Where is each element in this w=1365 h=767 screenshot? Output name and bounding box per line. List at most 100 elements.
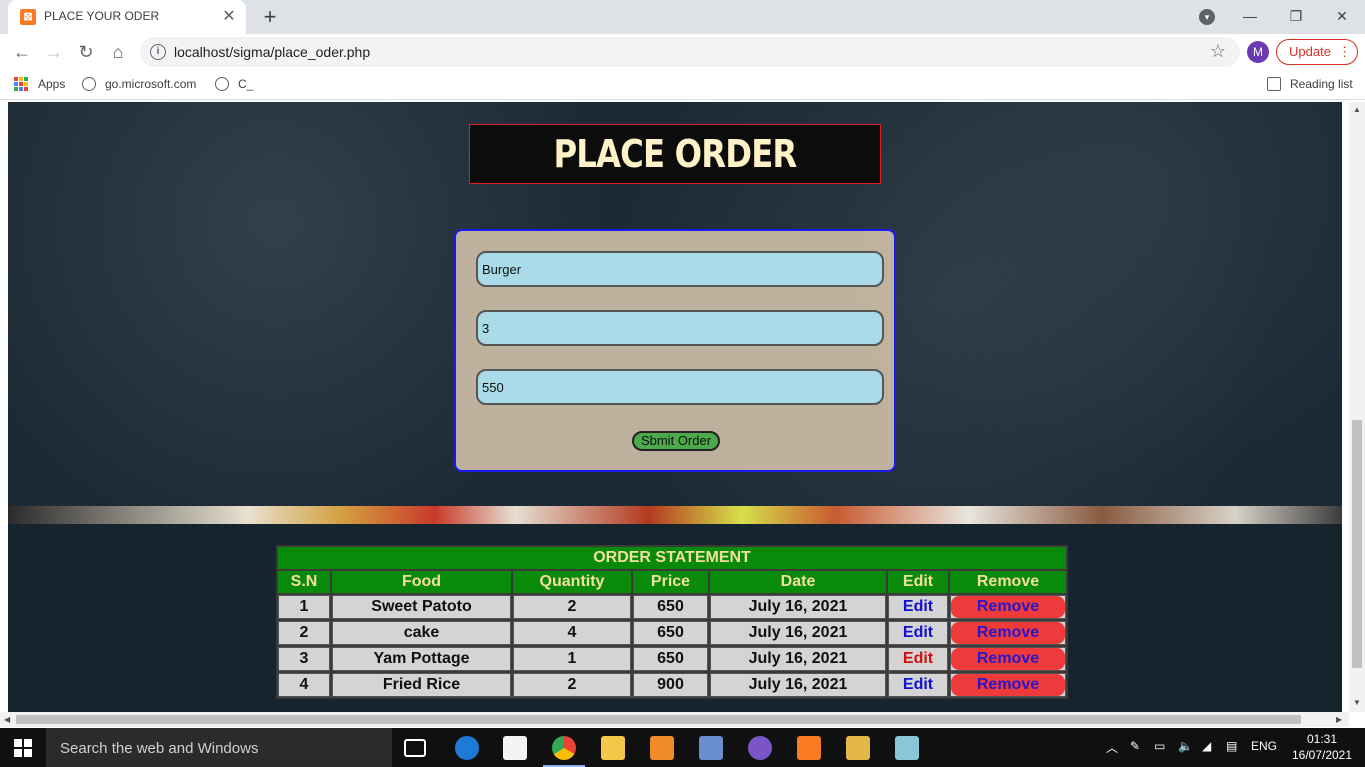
edit-link[interactable]: Edit — [903, 650, 933, 667]
browser-tab[interactable]: ⊠ PLACE YOUR ODER ✕ — [8, 0, 246, 34]
remove-link[interactable]: Remove — [951, 622, 1065, 644]
task-view-icon[interactable] — [404, 739, 426, 757]
taskbar-search-placeholder: Search the web and Windows — [60, 740, 259, 757]
scroll-down-arrow-icon[interactable]: ▼ — [1353, 698, 1361, 707]
language-indicator[interactable]: ENG — [1251, 739, 1277, 753]
remove-link[interactable]: Remove — [951, 674, 1065, 696]
profile-avatar[interactable]: M — [1247, 41, 1269, 63]
scroll-up-arrow-icon[interactable]: ▲ — [1353, 105, 1361, 114]
browser-toolbar: ← → ↻ ⌂ i localhost/sigma/place_oder.php… — [0, 34, 1365, 70]
edit-link[interactable]: Edit — [903, 624, 933, 641]
cell-price: 650 — [633, 647, 708, 671]
remove-cell: Remove — [950, 621, 1066, 645]
url-text[interactable]: localhost/sigma/place_oder.php — [174, 44, 370, 60]
reload-icon[interactable]: ↻ — [74, 40, 98, 64]
minimize-button[interactable]: — — [1228, 4, 1272, 28]
windows-start-icon[interactable] — [14, 739, 32, 757]
home-icon[interactable]: ⌂ — [106, 40, 130, 64]
restore-button[interactable]: ❐ — [1274, 4, 1318, 28]
edge-icon[interactable] — [455, 736, 479, 760]
battery-icon[interactable]: ▭ — [1154, 739, 1165, 753]
update-button[interactable]: Update ⋮ — [1276, 39, 1358, 65]
submit-order-button[interactable]: Sbmit Order — [632, 431, 720, 451]
chrome-icon[interactable] — [552, 736, 576, 760]
xampp-favicon-icon: ⊠ — [20, 9, 36, 25]
network-icon[interactable]: ◢ — [1202, 739, 1211, 753]
cell-date: July 16, 2021 — [710, 673, 886, 697]
edit-cell: Edit — [888, 647, 948, 671]
header-remove: Remove — [950, 571, 1066, 593]
cell-sn: 1 — [278, 595, 330, 619]
scroll-left-arrow-icon[interactable]: ◀ — [4, 715, 10, 724]
cell-price: 650 — [633, 595, 708, 619]
cell-sn: 4 — [278, 673, 330, 697]
header-sn: S.N — [278, 571, 330, 593]
back-icon[interactable]: ← — [10, 40, 34, 64]
food-name-input[interactable] — [476, 251, 884, 287]
page-content: PLACE ORDER Sbmit Order ORDER STATEMENT … — [8, 102, 1342, 712]
app-icon[interactable] — [895, 736, 919, 760]
reading-list-button[interactable]: Reading list — [1290, 77, 1353, 91]
remove-link[interactable]: Remove — [951, 596, 1065, 618]
reading-list-icon — [1267, 77, 1281, 91]
close-tab-icon[interactable]: ✕ — [220, 8, 238, 26]
site-info-icon[interactable]: i — [150, 44, 166, 60]
cell-quantity: 1 — [513, 647, 631, 671]
notification-icon[interactable]: ▤ — [1226, 739, 1237, 753]
table-caption: ORDER STATEMENT — [278, 547, 1066, 569]
file-explorer-icon[interactable] — [601, 736, 625, 760]
edit-cell: Edit — [888, 595, 948, 619]
bookmark-c[interactable]: C_ — [238, 77, 253, 91]
bookmark-microsoft[interactable]: go.microsoft.com — [105, 77, 196, 91]
price-input[interactable] — [476, 369, 884, 405]
taskbar-search[interactable]: Search the web and Windows — [46, 728, 392, 767]
horizontal-scroll-thumb[interactable] — [16, 715, 1301, 724]
cell-food: Yam Pottage — [332, 647, 511, 671]
quantity-input[interactable] — [476, 310, 884, 346]
header-quantity: Quantity — [513, 571, 631, 593]
edit-cell: Edit — [888, 673, 948, 697]
new-tab-button[interactable]: + — [258, 5, 282, 29]
tray-chevron-icon[interactable]: ︿ — [1106, 739, 1118, 756]
food-banner — [8, 506, 1342, 524]
cell-quantity: 2 — [513, 673, 631, 697]
edit-link[interactable]: Edit — [903, 676, 933, 693]
vertical-scrollbar[interactable]: ▲ ▼ — [1349, 102, 1365, 712]
windows-taskbar: Search the web and Windows ︿ ✎ ▭ 🔈 ◢ ▤ E… — [0, 728, 1365, 767]
apps-grid-icon[interactable] — [14, 77, 28, 91]
scroll-right-arrow-icon[interactable]: ▶ — [1336, 715, 1342, 724]
header-price: Price — [633, 571, 708, 593]
table-row: 2 cake 4 650 July 16, 2021 Edit Remove — [278, 621, 1066, 645]
bookmark-star-icon[interactable]: ☆ — [1210, 41, 1226, 62]
cell-date: July 16, 2021 — [710, 647, 886, 671]
cell-date: July 16, 2021 — [710, 595, 886, 619]
cell-food: Fried Rice — [332, 673, 511, 697]
remove-cell: Remove — [950, 647, 1066, 671]
forward-icon[interactable]: → — [42, 40, 66, 64]
folder-icon[interactable] — [846, 736, 870, 760]
xampp-icon[interactable] — [797, 736, 821, 760]
pen-icon[interactable]: ✎ — [1130, 739, 1140, 753]
cell-sn: 3 — [278, 647, 330, 671]
globe-icon — [82, 77, 96, 91]
cell-date: July 16, 2021 — [710, 621, 886, 645]
volume-icon[interactable]: 🔈 — [1178, 739, 1193, 753]
page-title-box: PLACE ORDER — [469, 124, 881, 184]
system-clock[interactable]: 01:31 16/07/2021 — [1290, 731, 1354, 763]
github-icon[interactable] — [748, 736, 772, 760]
vertical-scroll-thumb[interactable] — [1352, 420, 1362, 668]
page-title: PLACE ORDER — [553, 132, 798, 176]
address-bar[interactable]: i localhost/sigma/place_oder.php ☆ — [140, 37, 1240, 67]
sublime-text-icon[interactable] — [650, 736, 674, 760]
edit-link[interactable]: Edit — [903, 598, 933, 615]
store-icon[interactable] — [503, 736, 527, 760]
close-window-button[interactable]: ✕ — [1320, 4, 1364, 28]
bookmark-apps[interactable]: Apps — [38, 77, 65, 91]
order-statement-table: ORDER STATEMENT S.N Food Quantity Price … — [276, 545, 1068, 699]
horizontal-scrollbar[interactable]: ◀ ▶ — [0, 712, 1349, 727]
tab-search-icon[interactable]: ▾ — [1199, 9, 1215, 25]
remove-link[interactable]: Remove — [951, 648, 1065, 670]
editor-icon[interactable] — [699, 736, 723, 760]
cell-food: cake — [332, 621, 511, 645]
cell-price: 900 — [633, 673, 708, 697]
